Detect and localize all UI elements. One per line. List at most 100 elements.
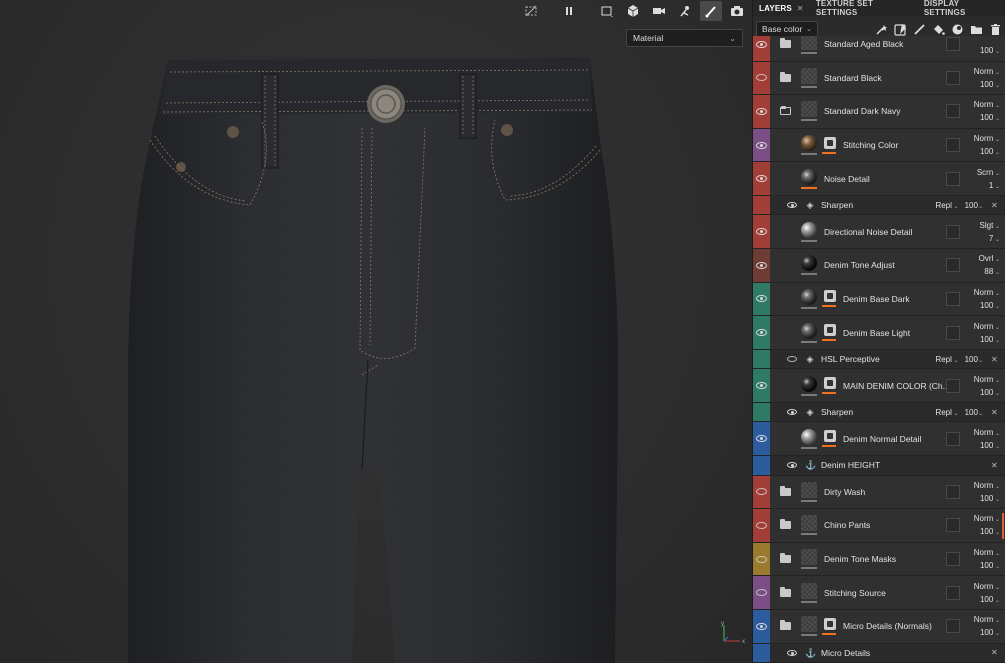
tab-display-settings[interactable]: DISPLAY SETTINGS	[918, 0, 1005, 17]
opacity-value[interactable]: 100	[980, 561, 1000, 570]
opacity-value[interactable]: 100	[980, 494, 1000, 503]
layer-opacity-box[interactable]	[946, 552, 960, 567]
tab-layers[interactable]: LAYERS ✕	[753, 0, 810, 16]
layer-opacity-box[interactable]	[946, 138, 960, 153]
layer-opacity-box[interactable]	[946, 378, 960, 393]
layer-row[interactable]: Denim Tone Adjust Ovrl 88	[753, 249, 1005, 283]
close-icon[interactable]: ✕	[797, 4, 804, 13]
visibility-eye-icon[interactable]	[756, 261, 767, 269]
blend-mode-select[interactable]: Norm	[974, 615, 1000, 624]
visibility-eye-icon[interactable]	[787, 409, 797, 416]
effect-row[interactable]: ◈ HSL Perceptive Repl 100 ✕	[753, 349, 1005, 370]
visibility-eye-icon[interactable]	[756, 107, 767, 115]
layer-opacity-box[interactable]	[946, 585, 960, 600]
blend-mode-select[interactable]: Ovrl	[979, 254, 1000, 263]
screenshot-camera-icon[interactable]	[726, 1, 748, 21]
layer-opacity-box[interactable]	[946, 171, 960, 186]
visibility-eye-icon[interactable]	[756, 382, 767, 390]
opacity-value[interactable]: 88	[984, 267, 1000, 276]
layer-opacity-box[interactable]	[946, 258, 960, 273]
close-icon[interactable]: ✕	[991, 461, 1005, 470]
close-icon[interactable]: ✕	[991, 408, 1005, 417]
layer-opacity-box[interactable]	[946, 484, 960, 499]
rig-icon[interactable]	[674, 1, 696, 21]
blend-mode-select[interactable]: Slgt	[980, 221, 1001, 230]
paint-brush-icon[interactable]	[700, 1, 722, 21]
visibility-eye-icon[interactable]	[756, 521, 767, 529]
opacity-value[interactable]: 100	[980, 595, 1000, 604]
blend-mode-select[interactable]: Norm	[974, 322, 1000, 331]
paint-brush-icon[interactable]	[913, 23, 926, 36]
opacity-value[interactable]: 100	[980, 628, 1000, 637]
opacity-value[interactable]: 100	[965, 408, 983, 417]
visibility-eye-icon[interactable]	[756, 329, 767, 337]
visibility-eye-icon[interactable]	[756, 555, 767, 563]
close-icon[interactable]: ✕	[991, 355, 1005, 364]
visibility-eye-icon[interactable]	[756, 622, 767, 630]
blend-mode-select[interactable]: Norm	[974, 428, 1000, 437]
layer-opacity-box[interactable]	[946, 37, 960, 52]
layer-row[interactable]: Standard Black Norm 100	[753, 61, 1005, 96]
hide-icon[interactable]	[520, 1, 542, 21]
effect-row[interactable]: ⚓ Denim HEIGHT ✕	[753, 456, 1005, 476]
layer-row[interactable]: Stitching Color Norm 100	[753, 128, 1005, 163]
add-effect-icon[interactable]	[951, 23, 964, 36]
visibility-eye-icon[interactable]	[756, 488, 767, 496]
layer-row[interactable]: Chino Pants Norm 100	[753, 509, 1005, 543]
layer-row[interactable]: Denim Base Light Norm 100	[753, 316, 1005, 350]
layer-row[interactable]: MAIN DENIM COLOR (Ch... Norm 100	[753, 369, 1005, 403]
opacity-value[interactable]: 7	[989, 234, 1000, 243]
layer-opacity-box[interactable]	[946, 431, 960, 446]
layer-opacity-box[interactable]	[946, 619, 960, 634]
layer-row[interactable]: Directional Noise Detail Slgt 7	[753, 215, 1005, 250]
effect-row[interactable]: ⚓ Micro Details ✕	[753, 643, 1005, 663]
visibility-eye-icon[interactable]	[787, 202, 797, 209]
layer-row[interactable]: Noise Detail Scrn 1	[753, 162, 1005, 196]
opacity-value[interactable]: 100	[965, 355, 983, 364]
blend-mode-select[interactable]: Norm	[974, 288, 1000, 297]
fill-bucket-icon[interactable]	[932, 23, 945, 36]
layer-row[interactable]: Stitching Source Norm 100	[753, 576, 1005, 610]
opacity-value[interactable]: 100	[980, 335, 1000, 344]
blend-mode-select[interactable]: Norm	[974, 67, 1000, 76]
close-icon[interactable]: ✕	[991, 648, 1005, 657]
opacity-value[interactable]: 100	[980, 80, 1000, 89]
visibility-eye-icon[interactable]	[756, 40, 767, 48]
blend-mode-select[interactable]: Repl	[935, 201, 958, 210]
blend-mode-select[interactable]: Norm	[974, 582, 1000, 591]
add-fill-wand-icon[interactable]	[875, 23, 888, 36]
opacity-value[interactable]: 100	[980, 46, 1000, 55]
layer-opacity-box[interactable]	[946, 70, 960, 85]
opacity-value[interactable]: 1	[989, 181, 1000, 190]
blend-mode-select[interactable]: Norm	[974, 514, 1000, 523]
layer-opacity-box[interactable]	[946, 518, 960, 533]
trash-icon[interactable]	[989, 23, 1002, 36]
layer-row[interactable]: Standard Aged Black 100	[753, 36, 1005, 62]
close-icon[interactable]: ✕	[991, 201, 1005, 210]
channel-select[interactable]: Base color ⌄	[756, 20, 818, 38]
layer-opacity-box[interactable]	[946, 104, 960, 119]
visibility-eye-icon[interactable]	[756, 589, 767, 597]
visibility-eye-icon[interactable]	[756, 141, 767, 149]
opacity-value[interactable]: 100	[965, 201, 983, 210]
opacity-value[interactable]: 100	[980, 147, 1000, 156]
visibility-eye-icon[interactable]	[787, 649, 797, 656]
folder-icon[interactable]	[970, 23, 983, 36]
pause-icon[interactable]	[558, 1, 580, 21]
layer-row[interactable]: Denim Normal Detail Norm 100	[753, 422, 1005, 457]
material-mode-select[interactable]: Material ⌄	[626, 29, 743, 47]
layer-opacity-box[interactable]	[946, 325, 960, 340]
visibility-eye-icon[interactable]	[787, 462, 797, 469]
layer-row[interactable]: Denim Tone Masks Norm 100	[753, 542, 1005, 577]
visibility-eye-icon[interactable]	[756, 175, 767, 183]
add-mask-icon[interactable]	[894, 23, 907, 36]
layer-row[interactable]: Standard Dark Navy Norm 100	[753, 95, 1005, 129]
visibility-eye-icon[interactable]	[756, 74, 767, 82]
cube-icon[interactable]	[622, 1, 644, 21]
effect-row[interactable]: ◈ Sharpen Repl 100 ✕	[753, 195, 1005, 216]
blend-mode-select[interactable]: Repl	[935, 355, 958, 364]
visibility-eye-icon[interactable]	[756, 228, 767, 236]
blend-mode-select[interactable]: Repl	[935, 408, 958, 417]
effect-row[interactable]: ◈ Sharpen Repl 100 ✕	[753, 402, 1005, 423]
3d-viewport[interactable]: Material ⌄ x y	[0, 0, 752, 663]
